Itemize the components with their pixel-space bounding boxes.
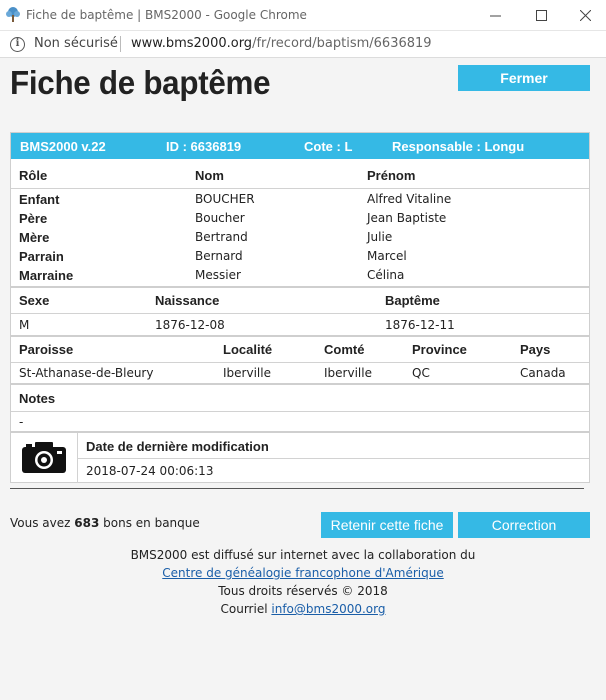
url-text[interactable]: www.bms2000.org/fr/record/baptism/663681… [131, 36, 432, 51]
close-window-button[interactable] [562, 0, 606, 31]
section-divider [11, 383, 589, 385]
notes-label: Notes [19, 391, 56, 406]
header-comte: Comté [324, 342, 365, 357]
prenom-value: Célina [367, 268, 405, 282]
divider [11, 188, 589, 189]
genealogy-center-link[interactable]: Centre de généalogie francophone d'Améri… [162, 566, 443, 580]
header-nom: Nom [195, 168, 224, 183]
role-label: Marraine [19, 268, 74, 283]
page-divider [10, 488, 584, 489]
nom-value: BOUCHER [195, 192, 255, 206]
correction-button[interactable]: Correction [458, 512, 590, 538]
paroisse-value: St-Athanase-de-Bleury [19, 366, 154, 380]
bapteme-value: 1876-12-11 [385, 318, 455, 332]
footer-link-row: Centre de généalogie francophone d'Améri… [0, 566, 606, 580]
header-prenom: Prénom [367, 168, 416, 183]
camera-icon[interactable] [22, 441, 66, 473]
role-label: Mère [19, 230, 50, 245]
sexe-value: M [19, 318, 30, 332]
url-path: /fr/record/baptism/6636819 [252, 36, 432, 51]
notes-value: - [19, 415, 24, 429]
maximize-icon [535, 10, 547, 21]
minimize-button[interactable] [472, 0, 518, 31]
bank-suffix: bons en banque [103, 516, 200, 530]
address-bar[interactable]: i Non sécurisé www.bms2000.org/fr/record… [0, 31, 606, 58]
header-localite: Localité [223, 342, 273, 357]
bank-prefix: Vous avez [10, 516, 71, 530]
province-value: QC [412, 366, 430, 380]
modification-label: Date de dernière modification [86, 439, 269, 454]
close-button[interactable]: Fermer [458, 65, 590, 91]
comte-value: Iberville [324, 366, 372, 380]
header-bapteme: Baptême [385, 293, 440, 308]
role-label: Parrain [19, 249, 64, 264]
prenom-value: Marcel [367, 249, 407, 263]
divider [78, 458, 589, 459]
header-role: Rôle [19, 168, 48, 183]
pays-value: Canada [520, 366, 566, 380]
localite-value: Iberville [223, 366, 271, 380]
prenom-value: Julie [367, 230, 393, 244]
email-link[interactable]: info@bms2000.org [271, 602, 385, 616]
footer-contact: Courriel info@bms2000.org [0, 602, 606, 616]
nom-value: Bertrand [195, 230, 248, 244]
record-card: BMS2000 v.22 ID : 6636819 Cote : L Respo… [10, 132, 590, 483]
divider [11, 362, 589, 363]
header-sexe: Sexe [19, 293, 50, 308]
header-province: Province [412, 342, 467, 357]
tree-icon [6, 7, 20, 22]
security-label[interactable]: Non sécurisé [34, 36, 118, 51]
footer-rights: Tous droits réservés © 2018 [218, 584, 388, 598]
role-label: Enfant [19, 192, 60, 207]
close-icon [579, 10, 591, 21]
camera-box [11, 433, 78, 483]
bank-count: 683 [74, 516, 100, 530]
prenom-value: Jean Baptiste [367, 211, 447, 225]
naissance-value: 1876-12-08 [155, 318, 225, 332]
prenom-value: Alfred Vitaline [367, 192, 452, 206]
address-separator [120, 36, 121, 52]
url-host: www.bms2000.org [131, 36, 253, 51]
maximize-button[interactable] [518, 0, 564, 31]
minimize-icon [489, 15, 501, 17]
section-divider [11, 286, 589, 288]
retain-record-button[interactable]: Retenir cette fiche [321, 512, 453, 538]
contact-prefix: Courriel [220, 602, 268, 616]
section-divider [11, 335, 589, 337]
footer-line1: BMS2000 est diffusé sur internet avec la… [130, 548, 476, 562]
browser-title-bar: Fiche de baptême | BMS2000 - Google Chro… [0, 0, 606, 31]
header-pays: Pays [520, 342, 551, 357]
nom-value: Boucher [195, 211, 245, 225]
version-label: BMS2000 v.22 [20, 139, 106, 154]
record-cote: Cote : L [304, 139, 353, 154]
record-id: ID : 6636819 [166, 139, 242, 154]
role-label: Père [19, 211, 48, 226]
header-paroisse: Paroisse [19, 342, 74, 357]
page-title: Fiche de baptême [10, 64, 271, 101]
window-title: Fiche de baptême | BMS2000 - Google Chro… [26, 8, 307, 22]
header-naissance: Naissance [155, 293, 220, 308]
record-responsable: Responsable : Longu [392, 139, 525, 154]
bank-balance: Vous avez 683 bons en banque [10, 516, 200, 530]
record-header-bar: BMS2000 v.22 ID : 6636819 Cote : L Respo… [11, 133, 589, 159]
divider [11, 411, 589, 412]
nom-value: Messier [195, 268, 241, 282]
info-icon[interactable]: i [10, 37, 25, 52]
modification-value: 2018-07-24 00:06:13 [86, 464, 214, 478]
divider [11, 313, 589, 314]
nom-value: Bernard [195, 249, 243, 263]
section-divider [11, 431, 589, 433]
